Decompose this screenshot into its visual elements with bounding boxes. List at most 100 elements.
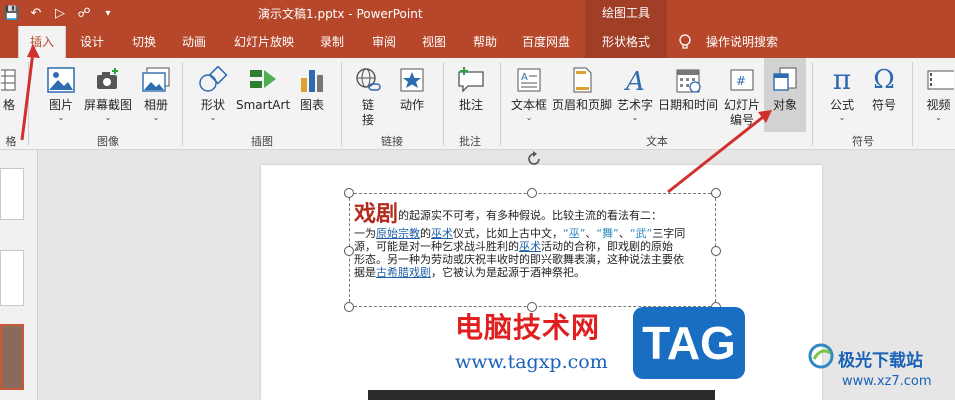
screenshot-label: 屏幕截图 <box>83 98 132 112</box>
pi-icon: π <box>832 63 852 96</box>
tell-me-search[interactable]: 操作说明搜索 <box>700 26 784 58</box>
tab-slideshow[interactable]: 幻灯片放映 <box>226 26 302 58</box>
hyperlink-witchcraft[interactable]: 巫术 <box>431 227 453 240</box>
tab-shape-format[interactable]: 形状格式 <box>585 26 667 58</box>
rotate-handle-icon[interactable] <box>525 150 543 168</box>
comment-icon <box>458 67 484 93</box>
hyperlink-greek-drama[interactable]: 古希腊戏剧 <box>376 266 431 279</box>
save-icon[interactable]: 💾 <box>0 6 24 21</box>
video-button[interactable]: 视频 ⌄ <box>922 58 955 132</box>
photo-album-label: 相册 <box>143 98 168 112</box>
resize-handle-top-left[interactable] <box>344 188 354 198</box>
text-run: 据是 <box>354 266 376 279</box>
textbox-content[interactable]: 戏剧的起源实不可考，有多种假说。比较主流的看法有二： 一为原始宗教的巫术仪式，比… <box>354 203 714 280</box>
text-run: 形态。另一种为劳动或庆祝丰收时的即兴歌舞表演，这种说法主要依 <box>354 253 684 266</box>
photo-album-button[interactable]: 相册 ⌄ <box>138 58 174 132</box>
chart-button[interactable]: 图表 <box>294 58 330 132</box>
tab-help[interactable]: 帮助 <box>464 26 506 58</box>
hyperlink-witchcraft[interactable]: 巫术 <box>519 240 541 253</box>
link-label-2: 接 <box>361 113 374 127</box>
watermark-tag-logo: TAG <box>633 307 745 379</box>
header-footer-label: 页眉和页脚 <box>552 98 613 112</box>
lightbulb-icon <box>679 34 691 49</box>
tab-view[interactable]: 视图 <box>414 26 454 58</box>
group-links-label: 链接 <box>381 135 403 148</box>
ribbon-separator <box>341 62 342 146</box>
video-label: 视频 <box>926 98 951 112</box>
shapes-button[interactable]: 形状 ⌄ <box>194 58 232 132</box>
text-run: 、 <box>618 227 630 240</box>
wordart-button[interactable]: A 艺术字 ⌄ <box>614 58 656 132</box>
smartart-label: SmartArt <box>236 98 291 112</box>
table-label: 格 <box>2 98 15 112</box>
undo-icon[interactable]: ↶ <box>24 6 48 21</box>
textbox-button[interactable]: A 文本框 ⌄ <box>508 58 550 132</box>
smartart-button[interactable]: SmartArt <box>236 58 290 132</box>
start-slideshow-icon[interactable]: ▷ <box>48 6 72 21</box>
quoted-term: “武” <box>629 227 653 240</box>
equation-label: 公式 <box>829 98 854 112</box>
resize-handle-top-right[interactable] <box>711 188 721 198</box>
svg-text:A: A <box>624 67 645 94</box>
textbox-icon: A <box>517 68 541 92</box>
textbox-label: 文本框 <box>510 98 547 112</box>
ribbon-tabs: 插入 设计 切换 动画 幻灯片放映 录制 审阅 视图 帮助 百度网盘 形状格式 … <box>0 26 955 58</box>
group-tables-label: 格 <box>5 135 17 148</box>
object-button[interactable]: 对象 <box>764 58 806 132</box>
picture-button[interactable]: 图片 ⌄ <box>42 58 80 132</box>
link-button[interactable]: 链 接 <box>350 58 386 132</box>
symbol-button[interactable]: Ω 符号 <box>864 58 904 132</box>
chart-label: 图表 <box>299 98 324 112</box>
slide-thumbnail-pane[interactable] <box>0 150 38 400</box>
chevron-down-icon: ⌄ <box>525 113 533 122</box>
resize-handle-left[interactable] <box>344 246 354 256</box>
group-symbols-label: 符号 <box>852 135 874 148</box>
context-tab-title: 绘图工具 <box>585 0 667 26</box>
slide-number-button[interactable]: # 幻灯片 编号 <box>722 58 762 132</box>
text-run: 的 <box>420 227 431 240</box>
action-star-icon <box>400 68 424 92</box>
tab-animations[interactable]: 动画 <box>172 26 216 58</box>
tab-transitions[interactable]: 切换 <box>122 26 166 58</box>
quick-access-toolbar: 💾 ↶ ▷ ☍ ▾ <box>0 0 120 26</box>
aurora-logo-icon <box>808 343 834 369</box>
chevron-down-icon: ⌄ <box>838 113 846 122</box>
omega-icon: Ω <box>873 65 895 95</box>
equation-button[interactable]: π 公式 ⌄ <box>822 58 862 132</box>
hyperlink-primitive-religion[interactable]: 原始宗教 <box>376 227 420 240</box>
chevron-down-icon: ⌄ <box>152 113 160 122</box>
datetime-button[interactable]: 日期和时间 <box>656 58 720 132</box>
ribbon-separator <box>812 62 813 146</box>
ribbon-separator <box>912 62 913 146</box>
object-label: 对象 <box>772 98 797 112</box>
tab-record[interactable]: 录制 <box>310 26 354 58</box>
calendar-icon <box>676 69 701 93</box>
resize-handle-top[interactable] <box>527 188 537 198</box>
slide-image[interactable] <box>368 390 715 400</box>
resize-handle-bottom-left[interactable] <box>344 302 354 312</box>
slide-thumbnail-selected[interactable] <box>0 324 24 390</box>
slide-thumbnail[interactable] <box>0 168 24 220</box>
link-label-1: 链 <box>361 98 374 112</box>
tab-design[interactable]: 设计 <box>72 26 112 58</box>
text-run: 一为 <box>354 227 376 240</box>
screenshot-button[interactable]: 屏幕截图 ⌄ <box>82 58 134 132</box>
print-preview-icon[interactable]: ☍ <box>72 6 96 21</box>
tab-insert[interactable]: 插入 <box>18 26 66 58</box>
action-button[interactable]: 动作 <box>392 58 432 132</box>
svg-text:A: A <box>521 72 528 83</box>
customize-qat-icon[interactable]: ▾ <box>96 8 120 19</box>
ribbon-separator <box>182 62 183 146</box>
video-icon <box>927 70 954 90</box>
group-illustrations-label: 插图 <box>251 135 273 148</box>
chevron-down-icon: ⌄ <box>104 113 112 122</box>
table-button[interactable]: 格 <box>0 58 18 132</box>
header-footer-button[interactable]: 页眉和页脚 <box>552 58 612 132</box>
slide-thumbnail[interactable] <box>0 250 24 306</box>
watermark-site2-url: www.xz7.com <box>842 374 932 389</box>
tab-baidu-netdisk[interactable]: 百度网盘 <box>514 26 578 58</box>
tab-review[interactable]: 审阅 <box>362 26 406 58</box>
shapes-icon <box>199 66 228 92</box>
action-label: 动作 <box>399 98 424 112</box>
comment-button[interactable]: 批注 <box>452 58 490 132</box>
